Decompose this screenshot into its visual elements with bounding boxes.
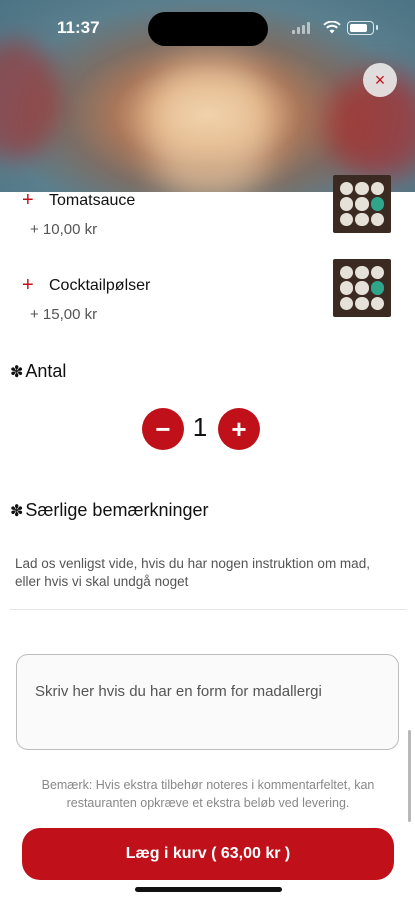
addon-name: Cocktailpølser: [49, 277, 151, 294]
decrement-button[interactable]: −: [142, 408, 184, 450]
home-indicator[interactable]: [135, 887, 282, 892]
remarks-section-title: ✽ Særlige bemærkninger: [10, 500, 208, 521]
addon-thumbnail: [333, 175, 391, 233]
remarks-input[interactable]: Skriv her hvis du har en form for madall…: [16, 654, 399, 750]
status-bar: 11:37: [0, 0, 415, 56]
addon-name: Tomatsauce: [49, 192, 136, 209]
disclaimer-text: Bemærk: Hvis ekstra tilbehør noteres i k…: [41, 778, 375, 810]
addon-price: + 10,00 kr: [30, 221, 98, 238]
quantity-value: 1: [192, 412, 208, 442]
scrollbar[interactable]: [408, 730, 411, 822]
wifi-icon: [323, 21, 341, 34]
remarks-description: Lad os venligst vide, hvis du har nogen …: [15, 556, 370, 589]
puzzle-icon: ✽: [10, 363, 24, 381]
close-button[interactable]: ×: [363, 63, 397, 97]
quantity-section-title: ✽ Antal: [10, 361, 66, 382]
dynamic-island: [148, 12, 268, 46]
addon-thumbnail: [333, 259, 391, 317]
status-time: 11:37: [57, 18, 100, 37]
quantity-stepper[interactable]: − 1 +: [142, 408, 262, 450]
divider: [10, 609, 407, 610]
add-to-cart-button[interactable]: Læg i kurv ( 63,00 kr ): [22, 828, 394, 880]
add-icon[interactable]: +: [22, 275, 34, 295]
addon-price: + 15,00 kr: [30, 306, 98, 323]
puzzle-icon: ✽: [10, 502, 24, 520]
quantity-title: Antal: [25, 361, 67, 381]
battery-icon: [347, 21, 374, 35]
add-icon[interactable]: +: [22, 190, 34, 210]
cellular-signal-icon: [292, 22, 310, 34]
increment-button[interactable]: +: [218, 408, 260, 450]
close-icon: ×: [374, 69, 386, 90]
remarks-title: Særlige bemærkninger: [25, 500, 209, 520]
